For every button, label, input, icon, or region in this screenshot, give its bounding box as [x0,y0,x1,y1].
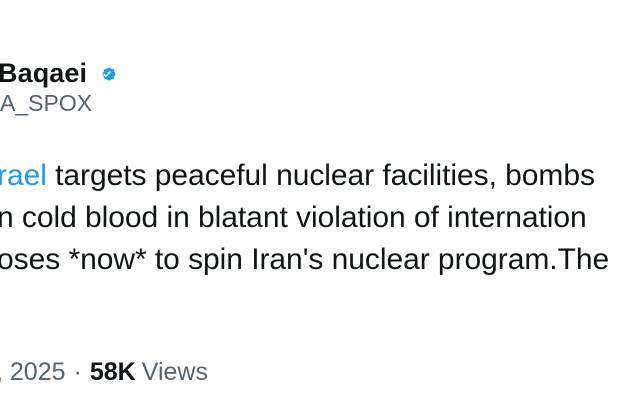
tweet-text: rael targets peaceful nuclear facilities… [0,155,640,281]
tweet-card: Baqaei A_SPOX rael targets peaceful nucl… [0,0,640,416]
tweet-line-3: oses *now* to spin Iran's nuclear progra… [0,243,610,276]
author-handle[interactable]: A_SPOX [0,92,92,115]
tweet-line-1-text: targets peaceful nuclear facilities, bom… [46,159,595,192]
tweet-line-1: rael targets peaceful nuclear facilities… [0,155,640,197]
tweet-date[interactable]: , 2025 [0,360,66,385]
author-name-row: Baqaei [0,54,119,92]
author-name[interactable]: Baqaei [0,59,87,87]
meta-separator: · [73,358,82,386]
views-label: Views [141,358,208,386]
verified-badge-icon [95,62,119,86]
mention-link[interactable]: rael [0,159,47,192]
views-count: 58K [89,358,136,386]
tweet-line-2: n cold blood in blatant violation of int… [0,201,587,234]
tweet-meta: , 2025 · 58K Views [0,360,208,385]
